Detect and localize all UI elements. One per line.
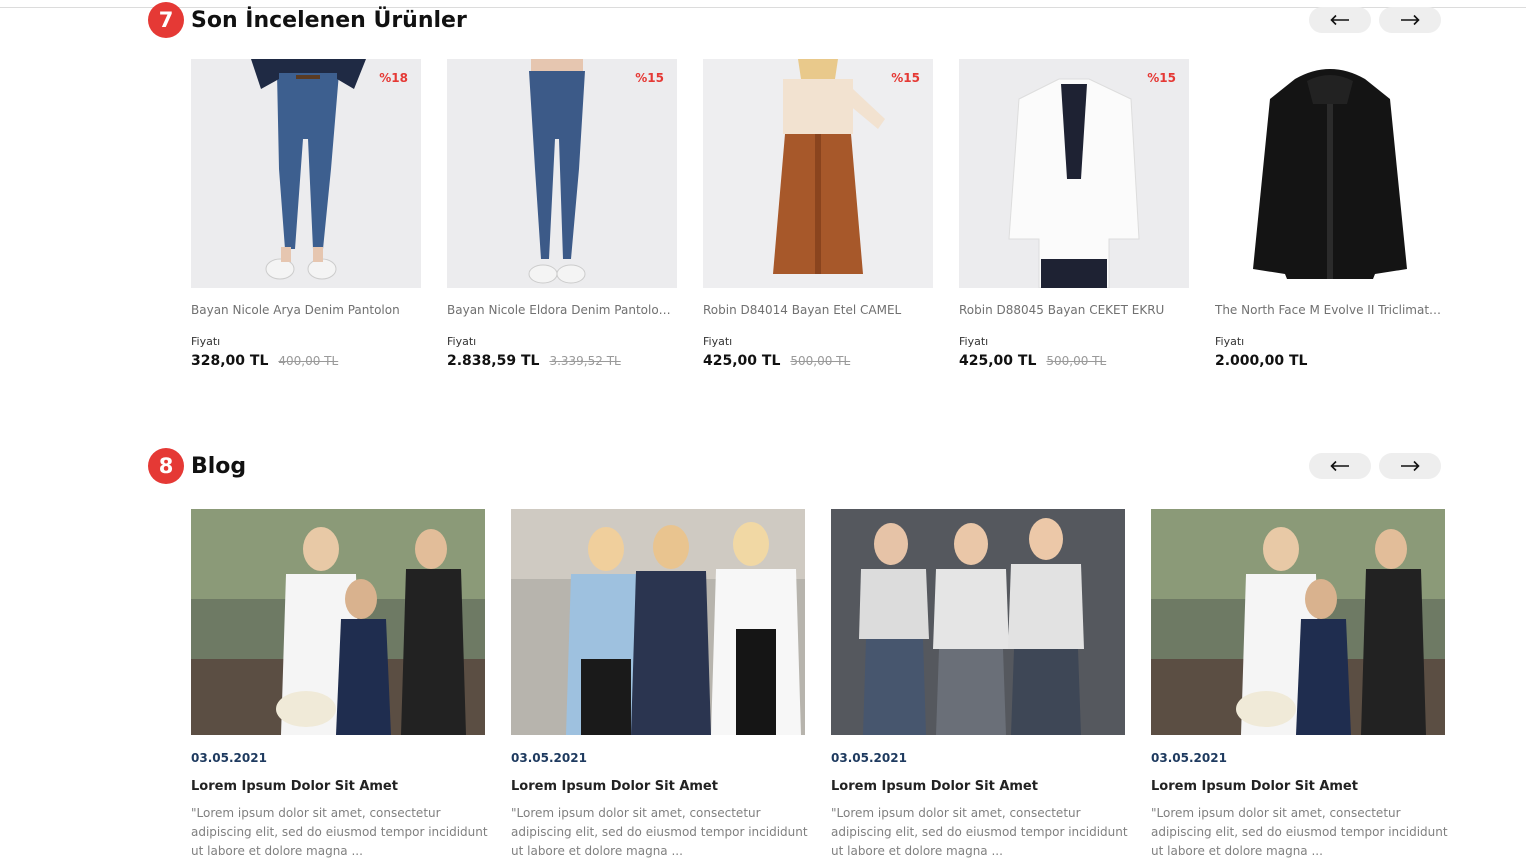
recent-prev-button[interactable] (1309, 7, 1371, 33)
product-image[interactable]: %15 (703, 59, 933, 288)
recent-products-header: 7 Son İncelenen Ürünler (148, 0, 467, 40)
product-price: 2.000,00 TL (1215, 353, 1308, 369)
product-old-price: 3.339,52 TL (549, 354, 621, 368)
product-price: 425,00 TL (959, 353, 1037, 369)
skirt-product-photo (703, 59, 933, 288)
product-name[interactable]: Robin D88045 Bayan CEKET EKRU (959, 303, 1187, 317)
price-label: Fiyatı (959, 335, 989, 348)
blog-post-date: 03.05.2021 (1151, 751, 1227, 765)
discount-badge: %18 (379, 71, 408, 85)
blog-post-image[interactable] (511, 509, 805, 735)
blog-post-excerpt: "Lorem ipsum dolor sit amet, consectetur… (1151, 806, 1448, 858)
product-card[interactable]: The North Face M Evolve II Triclimate ..… (1215, 59, 1445, 369)
product-image[interactable]: %18 (191, 59, 421, 288)
blog-post-title[interactable]: Lorem Ipsum Dolor Sit Amet (1151, 779, 1445, 794)
product-name[interactable]: Bayan Nicole Arya Denim Pantolon (191, 303, 419, 317)
product-name[interactable]: The North Face M Evolve II Triclimate ..… (1215, 303, 1443, 317)
blog-post-date: 03.05.2021 (511, 751, 587, 765)
product-image[interactable] (1215, 59, 1445, 288)
blog-post-title[interactable]: Lorem Ipsum Dolor Sit Amet (831, 779, 1125, 794)
blog-post-title[interactable]: Lorem Ipsum Dolor Sit Amet (511, 779, 805, 794)
product-old-price: 500,00 TL (1046, 354, 1107, 368)
blog-prev-button[interactable] (1309, 453, 1371, 479)
arrow-left-icon (1330, 460, 1349, 472)
jeans-product-photo (191, 59, 421, 288)
section-number-badge: 7 (148, 2, 184, 38)
arrow-right-icon (1401, 460, 1420, 472)
blog-header: 8 Blog (148, 446, 246, 486)
coat-product-photo (1215, 59, 1445, 288)
arrow-right-icon (1401, 14, 1420, 26)
blog-post-title[interactable]: Lorem Ipsum Dolor Sit Amet (191, 779, 485, 794)
blog-post-image[interactable] (1151, 509, 1445, 735)
blog-next-button[interactable] (1379, 453, 1441, 479)
blog-post-card[interactable]: 03.05.2021 Lorem Ipsum Dolor Sit Amet "L… (511, 509, 808, 861)
product-name[interactable]: Robin D84014 Bayan Etel CAMEL (703, 303, 931, 317)
blog-post-excerpt: "Lorem ipsum dolor sit amet, consectetur… (511, 806, 808, 858)
price-label: Fiyatı (1215, 335, 1245, 348)
blog-post-excerpt: "Lorem ipsum dolor sit amet, consectetur… (831, 806, 1128, 858)
product-card[interactable]: %15 Robin D84014 Bayan Etel CAMEL Fiyatı… (703, 59, 933, 369)
product-image[interactable]: %15 (447, 59, 677, 288)
blog-post-card[interactable]: 03.05.2021 Lorem Ipsum Dolor Sit Amet "L… (191, 509, 488, 861)
blog-post-excerpt: "Lorem ipsum dolor sit amet, consectetur… (191, 806, 488, 858)
friends-photo (191, 509, 485, 735)
product-old-price: 400,00 TL (278, 354, 339, 368)
price-label: Fiyatı (447, 335, 477, 348)
discount-badge: %15 (891, 71, 920, 85)
product-name[interactable]: Bayan Nicole Eldora Denim Pantolon K... (447, 303, 675, 317)
section-title: Son İncelenen Ürünler (191, 7, 467, 33)
product-price: 328,00 TL (191, 353, 269, 369)
section-title: Blog (191, 453, 247, 479)
product-image[interactable]: %15 (959, 59, 1189, 288)
section-number-badge: 8 (148, 448, 184, 484)
product-price: 425,00 TL (703, 353, 781, 369)
product-card[interactable]: %15 Bayan Nicole Eldora Denim Pantolon K… (447, 59, 677, 369)
arrow-left-icon (1330, 14, 1349, 26)
price-label: Fiyatı (191, 335, 221, 348)
jacket-product-photo (959, 59, 1189, 288)
friends-photo (511, 509, 805, 735)
product-old-price: 500,00 TL (790, 354, 851, 368)
blog-post-image[interactable] (831, 509, 1125, 735)
friends-photo (1151, 509, 1445, 735)
recent-next-button[interactable] (1379, 7, 1441, 33)
product-price: 2.838,59 TL (447, 353, 540, 369)
blog-post-card[interactable]: 03.05.2021 Lorem Ipsum Dolor Sit Amet "L… (1151, 509, 1448, 861)
blog-post-date: 03.05.2021 (191, 751, 267, 765)
blog-post-card[interactable]: 03.05.2021 Lorem Ipsum Dolor Sit Amet "L… (831, 509, 1128, 861)
friends-photo (831, 509, 1125, 735)
discount-badge: %15 (635, 71, 664, 85)
blog-post-date: 03.05.2021 (831, 751, 907, 765)
product-card[interactable]: %15 Robin D88045 Bayan CEKET EKRU Fiyatı… (959, 59, 1189, 369)
product-card[interactable]: %18 Bayan Nicole Arya Denim Pantolon Fiy… (191, 59, 421, 369)
blog-post-image[interactable] (191, 509, 485, 735)
price-label: Fiyatı (703, 335, 733, 348)
discount-badge: %15 (1147, 71, 1176, 85)
jeans-product-photo (447, 59, 677, 288)
